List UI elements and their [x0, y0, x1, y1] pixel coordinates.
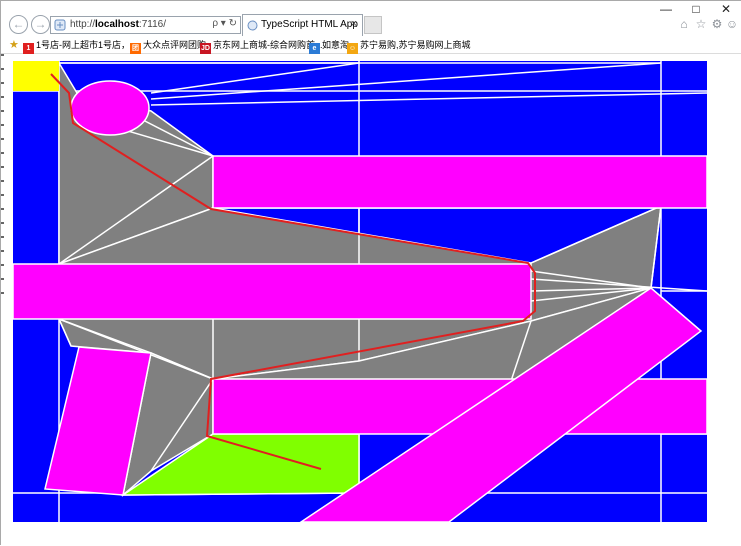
obstacle-rect-top — [212, 155, 708, 209]
obstacle-rect-middle — [12, 263, 532, 320]
obstacle-ellipse — [70, 80, 150, 136]
browser-window: ← → http://localhost:7116/ ρ ▾ ↻ TypeScr… — [0, 0, 741, 546]
pathfinding-canvas[interactable] — [1, 1, 741, 546]
